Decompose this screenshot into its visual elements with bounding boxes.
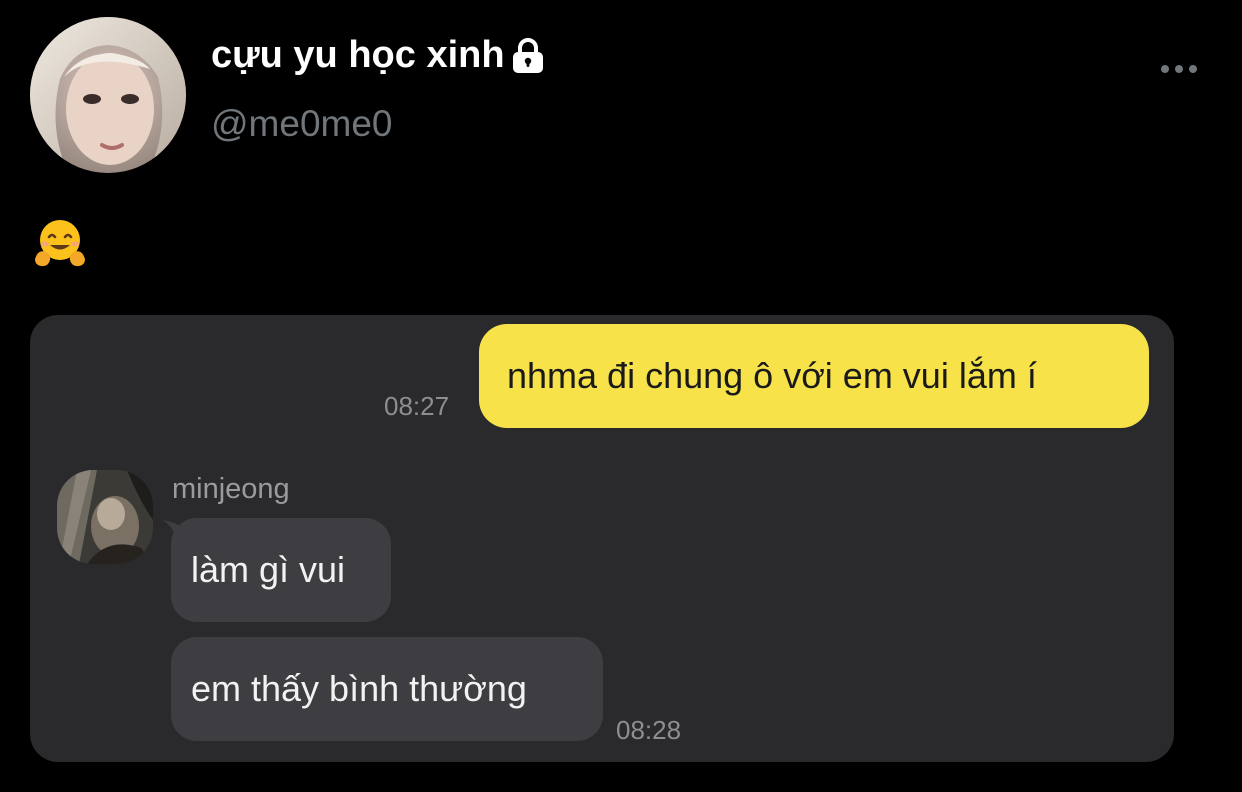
outgoing-timestamp: 08:27 xyxy=(384,391,450,421)
chat-screenshot[interactable]: 08:27 nhma đi chung ô với em vui lắm í m… xyxy=(30,315,1174,762)
profile-handle[interactable]: @me0me0 xyxy=(211,103,393,145)
outgoing-message-text: nhma đi chung ô với em vui lắm í xyxy=(507,355,1037,396)
friend-avatar xyxy=(57,470,153,564)
display-name-text: cựu yu học xinh xyxy=(211,34,505,76)
more-horizontal-icon[interactable] xyxy=(1160,60,1198,78)
friend-name: minjeong xyxy=(172,473,290,505)
incoming-message-text: làm gì vui xyxy=(191,549,346,590)
incoming-message-text: em thấy bình thường xyxy=(191,668,527,709)
outgoing-message-bubble: nhma đi chung ô với em vui lắm í xyxy=(479,324,1149,428)
display-name: cựu yu học xinh xyxy=(211,34,547,77)
incoming-message-bubble: em thấy bình thường xyxy=(171,637,603,741)
incoming-message-bubble: làm gì vui xyxy=(171,518,391,622)
friend-photo xyxy=(57,470,153,564)
profile-photo xyxy=(30,17,186,173)
hugging-face-emoji xyxy=(32,216,88,272)
incoming-timestamp: 08:28 xyxy=(616,715,682,745)
lock-icon xyxy=(509,37,547,75)
profile-avatar[interactable] xyxy=(30,17,186,173)
